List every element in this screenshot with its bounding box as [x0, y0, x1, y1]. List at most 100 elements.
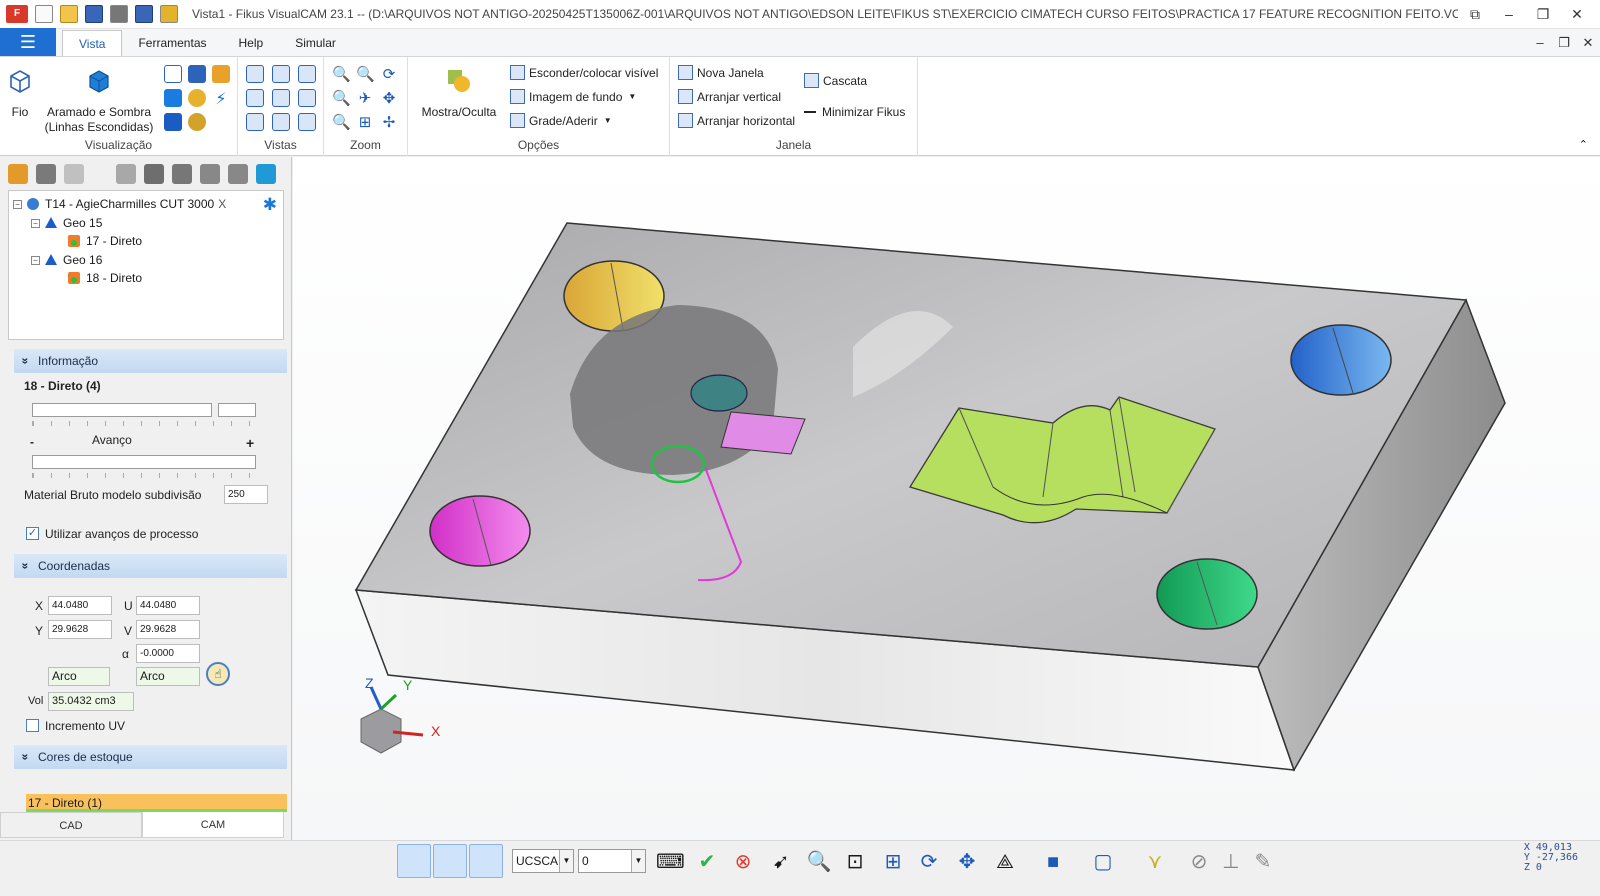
collapse-icon[interactable]: −	[31, 218, 40, 228]
imagem-fundo-button[interactable]: Imagem de fundo ▼	[510, 89, 636, 104]
fly-icon[interactable]: ✈	[356, 89, 374, 107]
x-field[interactable]: 44.0480	[48, 596, 112, 615]
delete-all-icon[interactable]	[228, 163, 248, 184]
aramado-sombra-button[interactable]: Aramado e Sombra (Linhas Escondidas)	[42, 67, 156, 135]
layers-icon[interactable]	[144, 163, 164, 184]
esconder-button[interactable]: Esconder/colocar visível	[510, 65, 658, 80]
collapse-ribbon-icon[interactable]: ⌃	[1579, 138, 1588, 151]
app-logo-icon[interactable]: F	[6, 5, 28, 23]
arranjar-vertical-button[interactable]: Arranjar vertical	[678, 89, 781, 104]
machine-icon[interactable]	[8, 163, 28, 184]
snap-icon[interactable]: ⋎	[1142, 849, 1168, 875]
coords-section-header[interactable]: Coordenadas	[14, 554, 287, 578]
light-icon[interactable]	[188, 113, 206, 131]
tree-item-geo15[interactable]: − Geo 15	[31, 216, 102, 230]
close-button[interactable]: ✕	[1560, 6, 1594, 23]
escape-icon[interactable]: ⊗	[730, 849, 756, 875]
view-style-icon[interactable]	[164, 65, 182, 83]
rotate-icon[interactable]: ⟳	[380, 65, 398, 83]
tree-root[interactable]: − T14 - AgieCharmilles CUT 3000 X	[13, 197, 226, 211]
fio-button[interactable]: Fio	[6, 67, 34, 120]
y-field[interactable]: 29.9628	[48, 620, 112, 639]
zoom-window-icon[interactable]: 🔍	[356, 65, 375, 83]
tree-item-geo16[interactable]: − Geo 16	[31, 253, 102, 267]
zoom-out-icon[interactable]: 🔍	[332, 113, 351, 131]
view-style-icon[interactable]	[188, 89, 206, 107]
tree-item-17-direto[interactable]: 17 - Direto	[67, 234, 142, 248]
rotate-icon[interactable]: ⟳	[916, 849, 942, 875]
view-front-icon[interactable]	[272, 65, 290, 83]
progress-slider[interactable]	[32, 403, 212, 417]
grade-aderir-button[interactable]: Grade/Aderir ▼	[510, 113, 612, 128]
tree-item-18-direto[interactable]: 18 - Direto	[67, 271, 142, 285]
nova-janela-button[interactable]: Nova Janela	[678, 65, 764, 80]
view-mode-icon[interactable]	[397, 844, 431, 878]
zoom-in-icon[interactable]: 🔍	[332, 65, 351, 83]
maximize-button[interactable]: ❐	[1526, 6, 1560, 23]
save-icon[interactable]	[85, 5, 103, 23]
tab-simular[interactable]: Simular	[279, 30, 352, 56]
doc-close-button[interactable]: ✕	[1576, 35, 1600, 51]
view-mode-icon[interactable]	[469, 844, 503, 878]
view-mode-icon[interactable]	[433, 844, 467, 878]
export-icon[interactable]	[256, 163, 276, 184]
material-subdivision-input[interactable]: 250	[224, 485, 268, 504]
collapse-icon[interactable]: −	[13, 199, 22, 209]
view-style-icon[interactable]	[212, 65, 230, 83]
pan-icon[interactable]: ✥	[380, 89, 398, 107]
app-menu-button[interactable]: ☰	[0, 28, 56, 56]
3d-viewport[interactable]: Z Y X	[293, 157, 1600, 840]
feed-slider[interactable]	[32, 455, 256, 469]
stock-icon[interactable]	[64, 163, 84, 184]
doc-minimize-button[interactable]: –	[1528, 35, 1552, 51]
shaded-icon[interactable]: ■	[1040, 849, 1066, 875]
star-icon[interactable]: ✱	[263, 195, 277, 215]
info-section-header[interactable]: Informação	[14, 349, 287, 373]
ruler-icon[interactable]: ⊥	[1218, 849, 1244, 875]
wireframe-icon[interactable]: ▢	[1090, 849, 1116, 875]
view-iso-icon[interactable]	[298, 65, 316, 83]
add-operation-icon[interactable]	[116, 163, 136, 184]
zoom-fit-icon[interactable]: ⊞	[356, 113, 374, 131]
view-right-icon[interactable]	[272, 89, 290, 107]
progress-slider-end[interactable]	[218, 403, 256, 417]
print-icon[interactable]	[110, 5, 128, 23]
cascata-button[interactable]: Cascata	[804, 73, 867, 88]
utilizar-checkbox[interactable]: ✓	[26, 527, 39, 540]
view-style-icon[interactable]	[164, 113, 182, 131]
filter-icon[interactable]	[172, 163, 192, 184]
collapse-icon[interactable]: −	[31, 255, 40, 265]
mostra-oculta-button[interactable]: Mostra/Oculta	[416, 67, 502, 120]
minimize-button[interactable]: –	[1492, 6, 1526, 23]
close-icon[interactable]: X	[218, 197, 226, 211]
zoom-fit-icon[interactable]: ⊞	[880, 849, 906, 875]
view-top-icon[interactable]	[246, 65, 264, 83]
tab-ferramentas[interactable]: Ferramentas	[122, 30, 222, 56]
minimizar-fikus-button[interactable]: Minimizar Fikus	[804, 105, 905, 119]
axes-icon[interactable]: ⟁	[992, 849, 1018, 875]
check-icon[interactable]: ✔	[694, 849, 720, 875]
keyboard-icon[interactable]: ⌨	[656, 849, 685, 875]
measure-icon[interactable]: ⊘	[1186, 849, 1212, 875]
restore-window-icon[interactable]: ⧉	[1458, 6, 1492, 23]
alpha-field[interactable]: -0.0000	[136, 644, 200, 663]
view-left-icon[interactable]	[246, 89, 264, 107]
open-folder-icon[interactable]	[60, 5, 78, 23]
book-icon[interactable]	[160, 5, 178, 23]
zoom-in-icon[interactable]: 🔍	[806, 849, 832, 875]
view-style-icon[interactable]	[164, 89, 182, 107]
stock-color-item[interactable]: 17 - Direto (1)	[26, 794, 287, 812]
pan-icon[interactable]: ✥	[954, 849, 980, 875]
view-user-icon[interactable]	[272, 113, 290, 131]
arranjar-horizontal-button[interactable]: Arranjar horizontal	[678, 113, 795, 128]
tool-icon[interactable]	[36, 163, 56, 184]
tab-cad[interactable]: CAD	[0, 812, 142, 838]
view-style-icon[interactable]	[188, 65, 206, 83]
level-select[interactable]: 0 ▼	[578, 849, 646, 873]
view-back-icon[interactable]	[298, 89, 316, 107]
incremento-checkbox[interactable]	[26, 719, 39, 732]
select-icon[interactable]: ➹	[768, 849, 794, 875]
pen-icon[interactable]: ✎	[1250, 849, 1276, 875]
view-plane-icon[interactable]	[298, 113, 316, 131]
stock-section-header[interactable]: Cores de estoque	[14, 745, 287, 769]
